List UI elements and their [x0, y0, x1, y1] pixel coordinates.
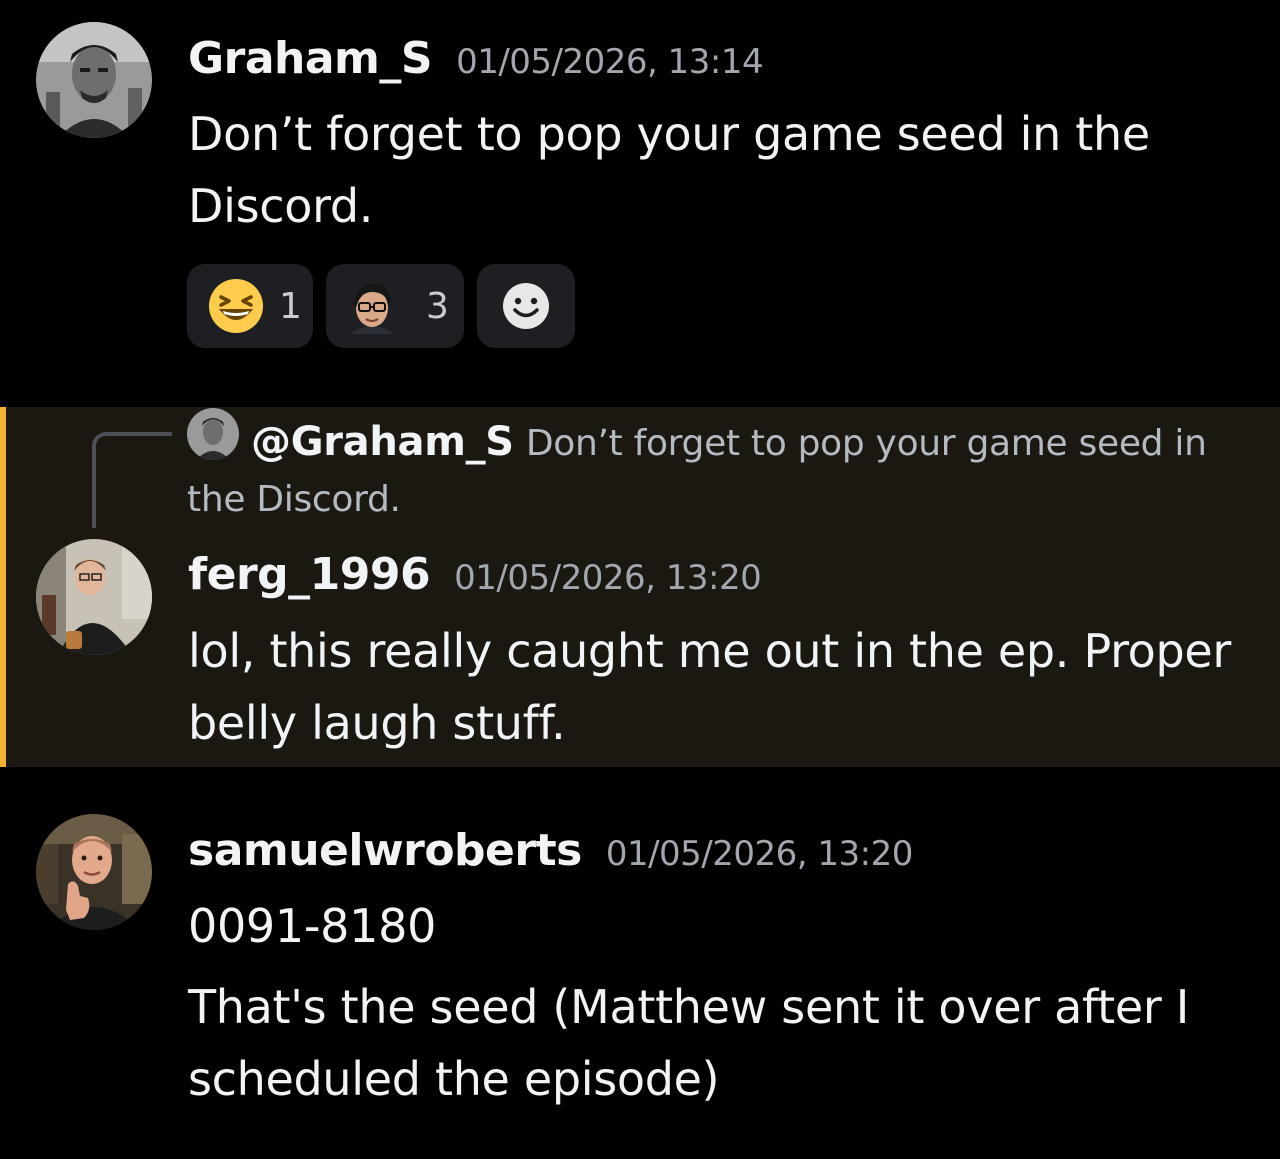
username[interactable]: Graham_S: [188, 33, 433, 84]
add-reaction-button[interactable]: [477, 264, 575, 348]
custom-face-emoji: [344, 278, 400, 334]
message-header: Graham_S 01/05/2026, 13:14: [188, 33, 764, 84]
message-text: 0091-8180: [188, 899, 437, 953]
reaction-laughing[interactable]: 1: [187, 264, 313, 348]
timestamp: 01/05/2026, 13:14: [456, 42, 764, 82]
reactions-bar: 1 3: [187, 264, 575, 348]
message-text: Don’t forget to pop your game seed in th…: [188, 107, 1150, 233]
mention-highlight-bar: [0, 407, 6, 767]
reaction-count: 1: [279, 285, 302, 327]
message-text: That's the seed (Matthew sent it over af…: [188, 980, 1190, 1106]
avatar-samuelwroberts[interactable]: [36, 814, 152, 930]
timestamp: 01/05/2026, 13:20: [605, 834, 914, 874]
reply-mention[interactable]: @Graham_S: [251, 419, 514, 465]
message-header: ferg_1996 01/05/2026, 13:20: [188, 549, 762, 600]
timestamp: 01/05/2026, 13:20: [454, 558, 762, 598]
avatar-ferg-1996[interactable]: [36, 539, 152, 655]
reply-connector: [92, 432, 172, 528]
avatar-graham-s[interactable]: [36, 22, 152, 138]
reaction-count: 3: [426, 285, 449, 327]
reply-preview[interactable]: @Graham_S Don’t forget to pop your game s…: [187, 414, 1207, 528]
username[interactable]: ferg_1996: [188, 549, 431, 600]
message-text: lol, this really caught me out in the ep…: [188, 624, 1232, 750]
chat-message-list: Graham_S 01/05/2026, 13:14 Don’t forget …: [0, 0, 1280, 1159]
message-header: samuelwroberts 01/05/2026, 13:20: [188, 825, 913, 876]
add-reaction-icon: [503, 283, 549, 329]
laughing-face-emoji: [209, 279, 263, 333]
username[interactable]: samuelwroberts: [188, 825, 582, 876]
reaction-custom[interactable]: 3: [326, 264, 464, 348]
